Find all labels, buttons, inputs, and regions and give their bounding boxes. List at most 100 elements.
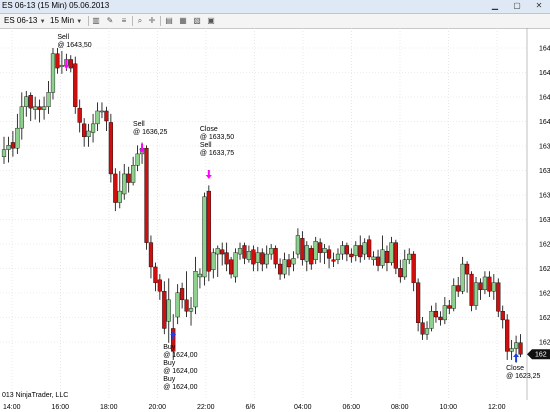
- x-tick-label: 08:00: [391, 404, 409, 411]
- toolbar-divider: [132, 16, 133, 26]
- candle-body: [175, 292, 180, 318]
- candle-body: [19, 106, 24, 129]
- maximize-icon[interactable]: ▢: [506, 0, 528, 12]
- candle-body: [384, 250, 390, 263]
- candle-body: [233, 252, 238, 278]
- signal-label: Buy: [163, 376, 176, 383]
- candle-body: [451, 285, 456, 309]
- candle-body: [82, 123, 87, 137]
- candle-body: [313, 240, 318, 260]
- data-box-icon[interactable]: ▣: [205, 15, 217, 27]
- candle-body: [46, 92, 51, 107]
- candle-body: [131, 165, 136, 183]
- y-tick-label: 163: [539, 217, 550, 224]
- candle-body: [33, 106, 38, 110]
- properties-icon[interactable]: ▤: [163, 15, 175, 27]
- period-selector[interactable]: 15 Min ▼: [48, 15, 84, 26]
- close-icon[interactable]: ✕: [528, 0, 550, 12]
- candle-body: [344, 245, 349, 255]
- candle-body: [300, 238, 305, 260]
- zoom-icon[interactable]: ⌕: [134, 15, 146, 27]
- candle-body: [41, 106, 47, 110]
- candle-body: [326, 249, 332, 259]
- indicators-icon[interactable]: ▧: [191, 15, 203, 27]
- candle-body: [206, 190, 211, 272]
- candle-body: [460, 263, 465, 292]
- candle-body: [122, 173, 127, 195]
- candle-body: [447, 305, 452, 309]
- candle-body: [229, 259, 234, 275]
- bar-chart-icon[interactable]: ▥: [90, 15, 102, 27]
- strategies-icon[interactable]: ▦: [177, 15, 189, 27]
- lines-icon[interactable]: ≡: [118, 15, 130, 27]
- candle-body: [456, 285, 461, 292]
- candle-body: [242, 245, 247, 259]
- candle-body: [6, 145, 11, 150]
- candle-body: [380, 249, 385, 266]
- candle-body: [264, 253, 269, 265]
- signal-label: @ 1624,00: [163, 368, 197, 375]
- candle-body: [135, 153, 140, 166]
- minimize-icon[interactable]: ▁: [484, 0, 506, 12]
- signal-label: @ 1636,25: [133, 129, 167, 136]
- candle-body: [469, 273, 474, 306]
- candle-body: [224, 252, 229, 265]
- candle-body: [77, 107, 82, 123]
- candle-body: [442, 305, 447, 321]
- candle-body: [108, 122, 113, 175]
- candle-body: [126, 173, 131, 183]
- x-tick-label: 06:00: [343, 404, 361, 411]
- signal-label: @ 1623,25: [506, 373, 540, 380]
- candle-body: [37, 106, 42, 110]
- candle-body: [371, 256, 376, 260]
- candle-body: [429, 311, 434, 329]
- candle-body: [491, 282, 496, 292]
- copyright-label: 013 NinjaTrader, LLC: [2, 392, 68, 399]
- crosshair-icon[interactable]: ✛: [146, 15, 158, 27]
- x-tick-label: 14:00: [3, 404, 21, 411]
- candle-body: [407, 253, 412, 260]
- buy-arrow-icon: [170, 331, 177, 340]
- candle-body: [166, 299, 171, 322]
- candle-body: [416, 282, 421, 323]
- sell-signal: Close@ 1633,50Sell@ 1633,75: [200, 126, 234, 179]
- signal-label: Sell: [200, 142, 212, 149]
- price-chart[interactable]: 14:00 16:00 18:00 20:00 22:00 6/6 04:00 06:00 08…: [0, 28, 550, 412]
- instrument-selector[interactable]: ES 06-13 ▼: [2, 15, 48, 26]
- candle-body: [10, 142, 16, 149]
- candle-body: [393, 242, 398, 269]
- candle-body: [15, 127, 20, 149]
- candle-body: [215, 248, 220, 255]
- candle-body: [340, 245, 345, 255]
- candle-body: [157, 279, 162, 292]
- signal-label: @ 1624,00: [163, 384, 197, 391]
- candle-body: [202, 196, 207, 278]
- chart-grid: [0, 28, 527, 400]
- candle-body: [291, 258, 296, 265]
- pencil-icon[interactable]: ✎: [104, 15, 116, 27]
- toolbar-divider: [160, 16, 161, 26]
- candle-body: [251, 249, 256, 265]
- candle-body: [496, 282, 501, 312]
- candle-body: [197, 273, 203, 278]
- y-tick-label: 163: [539, 144, 550, 151]
- candle-body: [277, 263, 283, 275]
- x-tick-label: 04:00: [294, 404, 312, 411]
- x-tick-label: 16:00: [52, 404, 70, 411]
- y-tick-label: 164: [539, 46, 550, 53]
- candles: [1, 48, 523, 363]
- sell-arrow-icon: [205, 170, 212, 179]
- window-title-bar: ES 06-13 (15 Min) 05.06.2013 ▁ ▢ ✕: [0, 0, 550, 14]
- candle-body: [349, 253, 354, 258]
- candle-body: [90, 123, 96, 133]
- candle-body: [282, 259, 287, 275]
- candle-body: [309, 248, 314, 265]
- candle-body: [331, 259, 336, 262]
- candle-body: [513, 342, 519, 349]
- window-title: ES 06-13 (15 Min) 05.06.2013: [2, 1, 110, 10]
- y-tick-label: 164: [539, 119, 550, 126]
- candle-body: [86, 130, 91, 137]
- candle-body: [117, 190, 122, 203]
- candle-body: [286, 259, 292, 268]
- candle-body: [424, 328, 430, 335]
